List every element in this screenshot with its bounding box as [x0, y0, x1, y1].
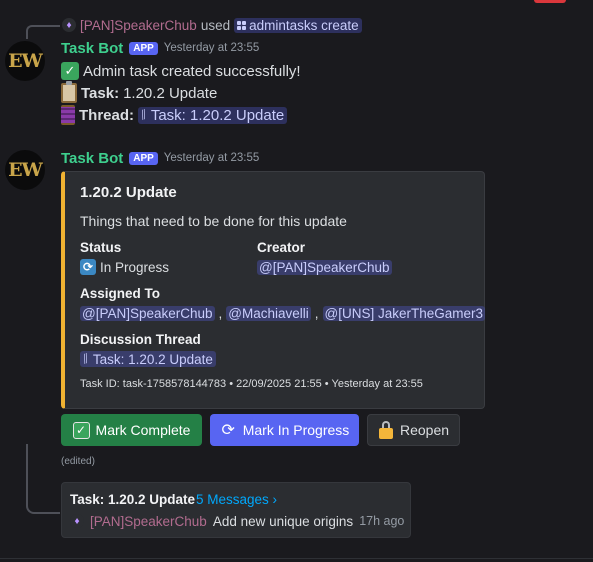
counterclockwise-arrows-icon: ⟳ [80, 259, 96, 275]
field-creator-value: @[PAN]SpeakerChub [257, 257, 392, 277]
embed-footer: Task ID: task-1758578144783 • 22/09/2025… [80, 378, 423, 390]
message-timestamp[interactable]: Yesterday at 23:55 [164, 152, 259, 164]
status-text: In Progress [100, 259, 170, 275]
task-label: Task: [81, 84, 120, 102]
embed-title: 1.20.2 Update [80, 184, 177, 201]
bot-avatar[interactable]: EW [5, 41, 45, 81]
field-creator-name: Creator [257, 240, 306, 255]
assignee-mention[interactable]: @[PAN]SpeakerChub [80, 305, 215, 321]
unlocked-padlock-icon [378, 421, 394, 439]
reply-connector [26, 25, 60, 39]
field-assigned-value: @[PAN]SpeakerChub, @Machiavelli, @[UNS] … [80, 303, 486, 323]
avatar-initials: EW [8, 159, 43, 181]
button-label: Mark Complete [95, 422, 191, 438]
thread-link[interactable]: ⫽ Task: 1.20.2 Update [138, 106, 288, 124]
reply-username[interactable]: [PAN]SpeakerChub [80, 18, 197, 33]
assignee-mention[interactable]: @Machiavelli [226, 305, 311, 321]
command-label: admintasks create [249, 17, 359, 33]
author-name[interactable]: Task Bot [61, 150, 123, 167]
bot-avatar[interactable]: EW [5, 150, 45, 190]
embed-thread-text: Task: 1.20.2 Update [92, 351, 213, 367]
task-value: 1.20.2 Update [123, 84, 218, 102]
assignee-separator: , [218, 305, 223, 321]
thread-icon: ⫽ [80, 350, 92, 367]
thread-summary-card[interactable]: Task: 1.20.2 Update 5 Messages › ♦ [PAN]… [61, 482, 411, 538]
user-mini-avatar[interactable]: ♦ [62, 18, 76, 32]
thread-spool-icon [61, 105, 75, 125]
command-grid-icon [237, 20, 247, 30]
last-message-user: [PAN]SpeakerChub [90, 513, 207, 529]
app-badge: APP [129, 41, 158, 55]
embed-thread-link[interactable]: ⫽ Task: 1.20.2 Update [80, 350, 216, 367]
thread-message-count[interactable]: 5 Messages › [196, 492, 277, 507]
embed-description: Things that need to be done for this upd… [80, 213, 347, 229]
mark-in-progress-button[interactable]: ⟳ Mark In Progress [210, 414, 359, 446]
thread-icon: ⫽ [138, 106, 150, 123]
check-mark-button-icon: ✓ [72, 421, 90, 439]
task-line: Task: 1.20.2 Update [61, 81, 218, 104]
success-text: Admin task created successfully! [83, 62, 301, 80]
avatar-initials: EW [8, 50, 43, 72]
success-line: ✓ Admin task created successfully! [61, 60, 301, 82]
message-header: Task Bot APP Yesterday at 23:55 [61, 148, 259, 168]
notification-indicator [534, 0, 566, 3]
assignee-separator: , [314, 305, 319, 321]
field-status-value: ⟳ In Progress [80, 257, 169, 277]
message-timestamp[interactable]: Yesterday at 23:55 [164, 42, 259, 54]
thread-link-text: Task: 1.20.2 Update [150, 106, 285, 124]
mark-complete-button[interactable]: ✓ Mark Complete [61, 414, 202, 446]
button-label: Mark In Progress [242, 422, 350, 438]
slash-command-chip[interactable]: admintasks create [234, 17, 362, 33]
user-mini-avatar: ♦ [70, 514, 84, 528]
field-thread-value: ⫽ Task: 1.20.2 Update [80, 349, 216, 369]
field-status-name: Status [80, 240, 122, 255]
task-embed: 1.20.2 Update Things that need to be don… [61, 171, 486, 409]
reopen-button[interactable]: Reopen [367, 414, 460, 446]
thread-name[interactable]: Task: 1.20.2 Update [70, 492, 195, 507]
thread-label: Thread: [79, 106, 135, 124]
thread-line: Thread: ⫽ Task: 1.20.2 Update [61, 104, 288, 126]
counterclockwise-arrows-icon: ⟳ [221, 422, 235, 439]
check-mark-button-icon: ✓ [61, 62, 79, 80]
last-message-text: Add new unique origins [212, 513, 354, 529]
thread-connector [26, 444, 60, 514]
author-name[interactable]: Task Bot [61, 40, 123, 57]
app-badge: APP [129, 151, 158, 165]
creator-mention[interactable]: @[PAN]SpeakerChub [257, 259, 392, 275]
button-label: Reopen [399, 422, 450, 438]
reply-verb: used [200, 17, 231, 33]
command-reply-line[interactable]: ♦ [PAN]SpeakerChub used admintasks creat… [62, 16, 362, 34]
clipboard-icon [61, 81, 77, 103]
thread-last-message: ♦ [PAN]SpeakerChub Add new unique origin… [70, 512, 404, 530]
divider [0, 558, 593, 559]
assignee-mention[interactable]: @[UNS] JakerTheGamer3 [322, 305, 486, 321]
field-assigned-name: Assigned To [80, 286, 161, 301]
field-thread-name: Discussion Thread [80, 332, 201, 347]
edited-label: (edited) [61, 456, 95, 467]
last-message-time: 17h ago [359, 514, 405, 528]
message-header: Task Bot APP Yesterday at 23:55 [61, 38, 259, 58]
